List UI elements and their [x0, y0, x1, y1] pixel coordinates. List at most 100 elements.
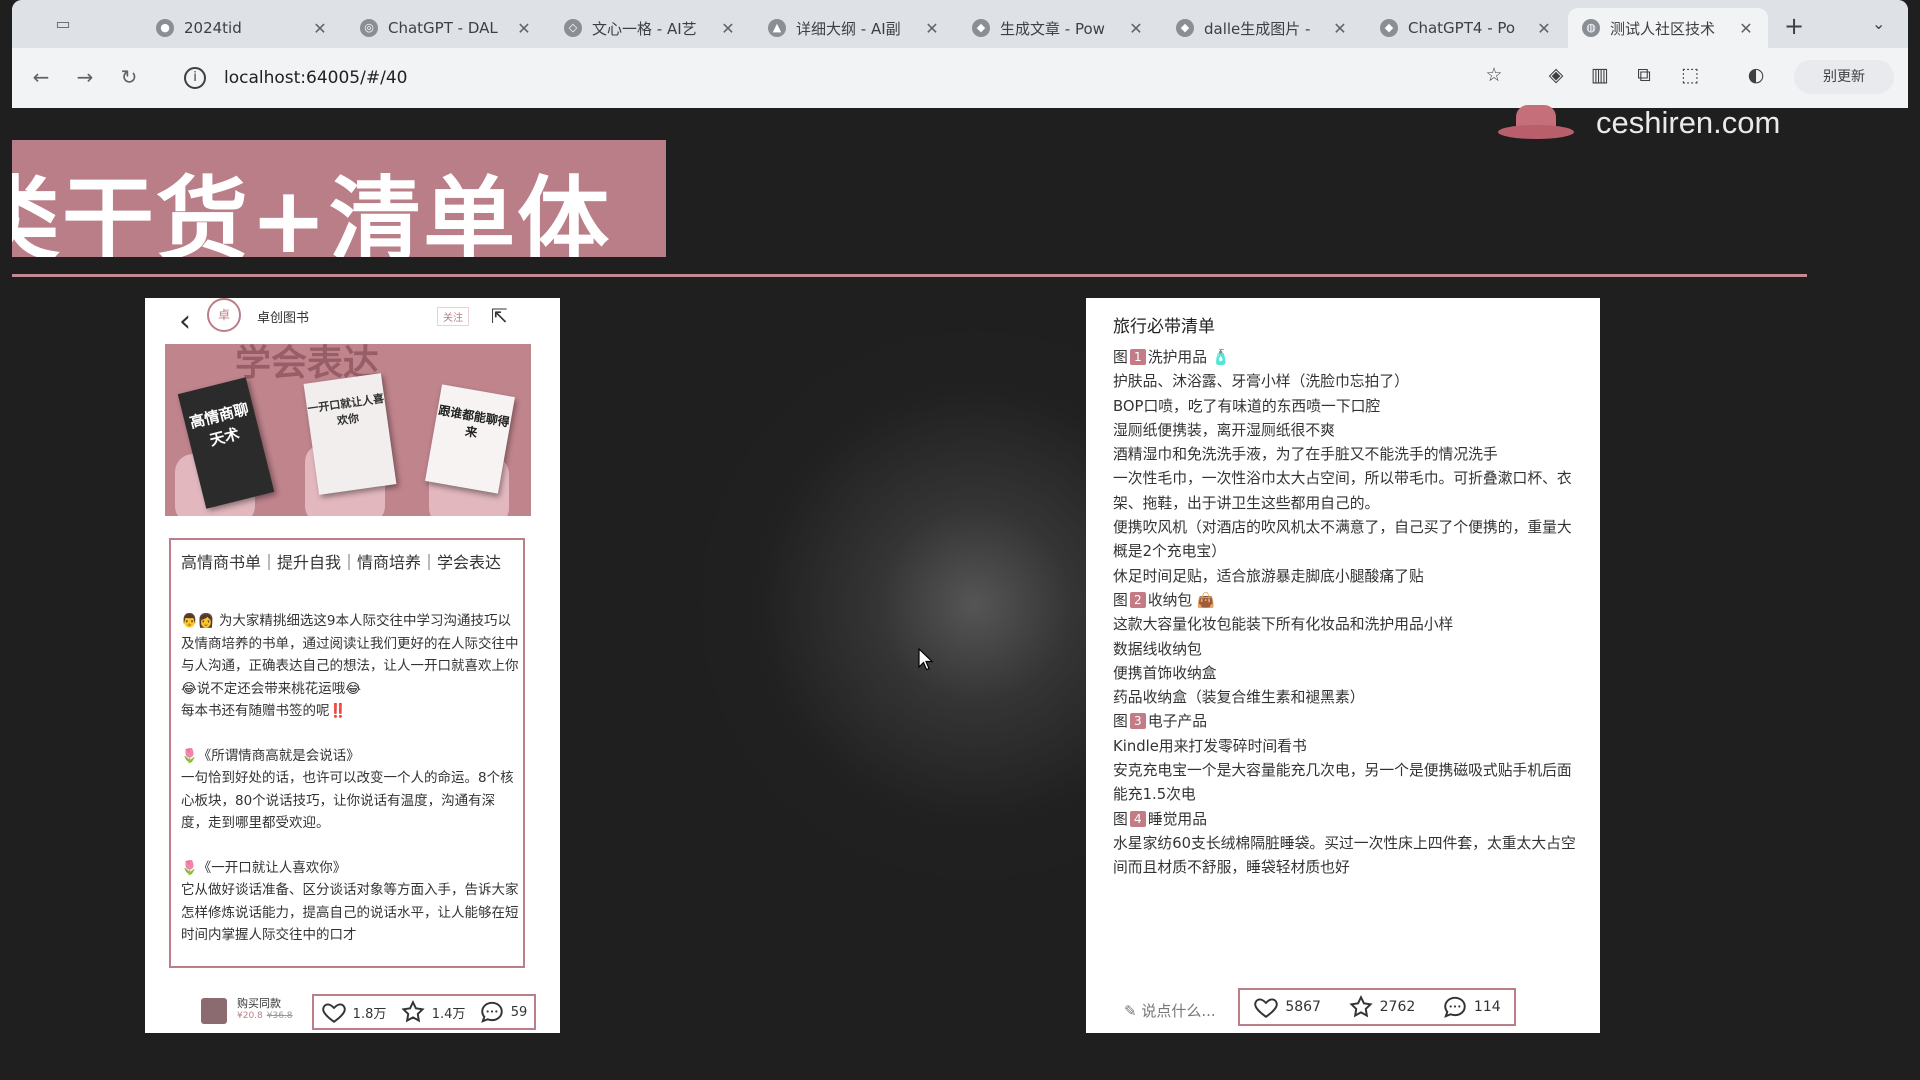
checklist-item: 酒精湿巾和免洗洗手液，为了在手脏又不能洗手的情况洗手: [1113, 443, 1583, 467]
tab-wenxin[interactable]: ◇ 文心一格 - AI艺 ✕: [550, 8, 750, 48]
tab-favicon-icon: ◇: [564, 19, 582, 37]
author-name[interactable]: 卓创图书: [257, 307, 309, 326]
profile-avatar-icon[interactable]: ◐: [1742, 64, 1770, 86]
tab-favicon-icon: ●: [156, 19, 174, 37]
tab-search-icon[interactable]: ▭: [52, 14, 74, 34]
comment-placeholder: 说点什么...: [1141, 1002, 1216, 1020]
brand-logo: ceshiren.com: [1498, 105, 1780, 141]
close-icon[interactable]: ✕: [924, 19, 940, 38]
checklist-item: 护肤品、沐浴露、牙膏小样（洗脸巾忘拍了）: [1113, 370, 1583, 394]
address-bar[interactable]: i localhost:64005/#/40: [170, 58, 1470, 98]
close-icon[interactable]: ✕: [720, 19, 736, 38]
tab-2024tid[interactable]: ● 2024tid ✕: [142, 8, 342, 48]
buy-same-button[interactable]: 购买同款: [237, 995, 281, 1011]
price-original: ¥36.8: [266, 1011, 293, 1021]
tab-chatgpt4[interactable]: ◆ ChatGPT4 - Po ✕: [1366, 8, 1566, 48]
close-icon[interactable]: ✕: [1128, 19, 1144, 38]
share-icon[interactable]: ⇱: [491, 304, 508, 328]
checklist-text: 一次性毛巾，一次性浴巾太大占空间，所以带毛巾。可折叠漱口杯、衣架、拖鞋，出于讲卫…: [1113, 470, 1572, 512]
tab-ceshiren[interactable]: ◍ 测试人社区技术 ✕: [1568, 8, 1768, 48]
comment-button[interactable]: 59: [479, 999, 528, 1025]
comment-count: 59: [510, 1004, 528, 1020]
checklist-item: 这款大容量化妆包能装下所有化妆品和洗护用品小样: [1113, 613, 1583, 637]
avatar[interactable]: 卓: [207, 298, 241, 332]
url-text[interactable]: localhost:64005/#/40: [224, 68, 407, 88]
tab-generate-article[interactable]: ◆ 生成文章 - Pow ✕: [958, 8, 1158, 48]
post-action-bar: 购买同款 ¥20.8 ¥36.8 1.8万 1.4万 59: [145, 984, 560, 1034]
comment-input[interactable]: ✎ 说点什么...: [1124, 1000, 1216, 1021]
price-current: ¥20.8: [237, 1011, 263, 1021]
post-paragraph: 一句恰到好处的话，也许可以改变一个人的命运。8个核心板块，80个说话技巧，让你说…: [181, 770, 514, 831]
post-card-left: ‹ 卓 卓创图书 关注 ⇱ 学会表达 高情商聊天术 一开口就让人喜欢你 跟谁都能…: [145, 298, 560, 1033]
headline-banner: 类干货+清单体: [12, 140, 666, 257]
engagement-stats: 5867 2762 114: [1238, 988, 1516, 1026]
update-button[interactable]: 别更新: [1794, 60, 1894, 94]
close-icon[interactable]: ✕: [1738, 19, 1754, 38]
post-paragraph: 它从做好谈话准备、区分谈话对象等方面入手，告诉大家怎样修炼说话能力，提高自己的说…: [181, 882, 519, 943]
comment-icon: [480, 1001, 503, 1023]
post-card-right: 旅行必带清单 图 1 洗护用品 🧴 护肤品、沐浴露、牙膏小样（洗脸巾忘拍了） BOP口喷…: [1086, 298, 1600, 1033]
figure-label: 图: [1113, 349, 1128, 366]
tab-strip: ▭ ● 2024tid ✕ ◎ ChatGPT - DAL ✕ ◇ 文心一格 -…: [12, 0, 1908, 48]
tab-title: 文心一格 - AI艺: [592, 19, 697, 38]
checklist-text: 收纳包 👜: [1147, 591, 1216, 609]
like-count: 5867: [1285, 999, 1321, 1015]
figure-label: 图: [1113, 810, 1128, 828]
extensions-puzzle-icon[interactable]: ⬚: [1676, 64, 1704, 86]
collect-button[interactable]: 2762: [1348, 994, 1416, 1020]
post-content-frame: 高情商书单｜提升自我｜情商培养｜学会表达 👨‍👩 为大家精挑细选这9本人际交往中…: [169, 538, 525, 968]
engagement-stats: 1.8万 1.4万 59: [312, 994, 536, 1030]
tab-title: ChatGPT - DAL: [388, 19, 498, 37]
tab-dalle[interactable]: ◆ dalle生成图片 - ✕: [1162, 8, 1362, 48]
tab-chatgpt-dall[interactable]: ◎ ChatGPT - DAL ✕: [346, 8, 546, 48]
like-button[interactable]: 1.8万: [321, 999, 387, 1025]
checklist-item: 药品收纳盒（装复合维生素和褪黑素）: [1113, 686, 1583, 710]
tab-favicon-icon: ◆: [972, 19, 990, 37]
post-title: 高情商书单｜提升自我｜情商培养｜学会表达: [181, 553, 502, 572]
checklist-text: 湿厕纸便携装，离开湿厕纸很不爽: [1113, 421, 1335, 439]
tab-title: 测试人社区技术: [1610, 19, 1716, 38]
shop-thumbnail-icon[interactable]: [201, 998, 227, 1024]
comment-button[interactable]: 114: [1442, 994, 1501, 1020]
reload-icon[interactable]: ↻: [114, 62, 144, 92]
tab-favicon-icon: ◎: [360, 19, 378, 37]
forward-arrow-icon[interactable]: →: [70, 62, 100, 92]
bookmark-star-icon[interactable]: ☆: [1480, 64, 1508, 86]
checklist-text: 水星家纺60支长绒棉隔脏睡袋。买过一次性床上四件套，太重太大占空间而且材质不舒服…: [1113, 834, 1576, 877]
checklist-item: 安克充电宝一个是大容量能充几次电，另一个是便携磁吸式贴手机后面能充1.5次电: [1113, 759, 1583, 808]
like-button[interactable]: 5867: [1253, 994, 1321, 1020]
follow-button[interactable]: 关注: [437, 307, 469, 326]
checklist-text: 这款大容量化妆包能装下所有化妆品和洗护用品小样: [1113, 616, 1454, 634]
number-badge: 3: [1129, 713, 1146, 730]
divider: [12, 274, 1807, 277]
collect-button[interactable]: 1.4万: [400, 999, 465, 1025]
star-icon: [401, 1000, 425, 1023]
tab-title: 详细大纲 - AI副: [796, 19, 901, 38]
checklist-section-heading: 图 1 洗护用品 🧴: [1113, 346, 1583, 370]
comment-icon: [1444, 996, 1466, 1018]
chevron-down-icon[interactable]: ⌄: [1872, 14, 1885, 33]
checklist-text: 数据线收纳包: [1113, 640, 1202, 658]
checklist-item: 湿厕纸便携装，离开湿厕纸很不爽: [1113, 419, 1583, 443]
extension-icon[interactable]: ⧉: [1630, 64, 1658, 86]
headline-text: 类干货+清单体: [12, 167, 612, 257]
close-icon[interactable]: ✕: [1332, 19, 1348, 38]
checklist: 图 1 洗护用品 🧴 护肤品、沐浴露、牙膏小样（洗脸巾忘拍了） BOP口喷，吃了有味道的…: [1113, 346, 1583, 881]
close-icon[interactable]: ✕: [1536, 19, 1552, 38]
collect-count: 2762: [1379, 999, 1416, 1015]
close-icon[interactable]: ✕: [516, 19, 532, 38]
back-chevron-icon[interactable]: ‹: [179, 304, 191, 339]
extension-icon[interactable]: ◈: [1542, 64, 1570, 86]
browser-window: ▭ ● 2024tid ✕ ◎ ChatGPT - DAL ✕ ◇ 文心一格 -…: [12, 0, 1908, 108]
star-icon: [1349, 995, 1373, 1018]
back-arrow-icon[interactable]: ←: [26, 62, 56, 92]
new-tab-button[interactable]: +: [1780, 12, 1808, 40]
checklist-item: Kindle用来打发零碎时间看书: [1113, 735, 1583, 759]
like-count: 1.8万: [352, 1006, 387, 1022]
tab-title: dalle生成图片 -: [1204, 19, 1311, 38]
site-info-icon[interactable]: i: [184, 67, 206, 89]
extension-icon[interactable]: ▥: [1586, 64, 1614, 86]
checklist-item: 水星家纺60支长绒棉隔脏睡袋。买过一次性床上四件套，太重太大占空间而且材质不舒服…: [1113, 832, 1583, 881]
tab-outline[interactable]: ▲ 详细大纲 - AI副 ✕: [754, 8, 954, 48]
close-icon[interactable]: ✕: [312, 19, 328, 38]
